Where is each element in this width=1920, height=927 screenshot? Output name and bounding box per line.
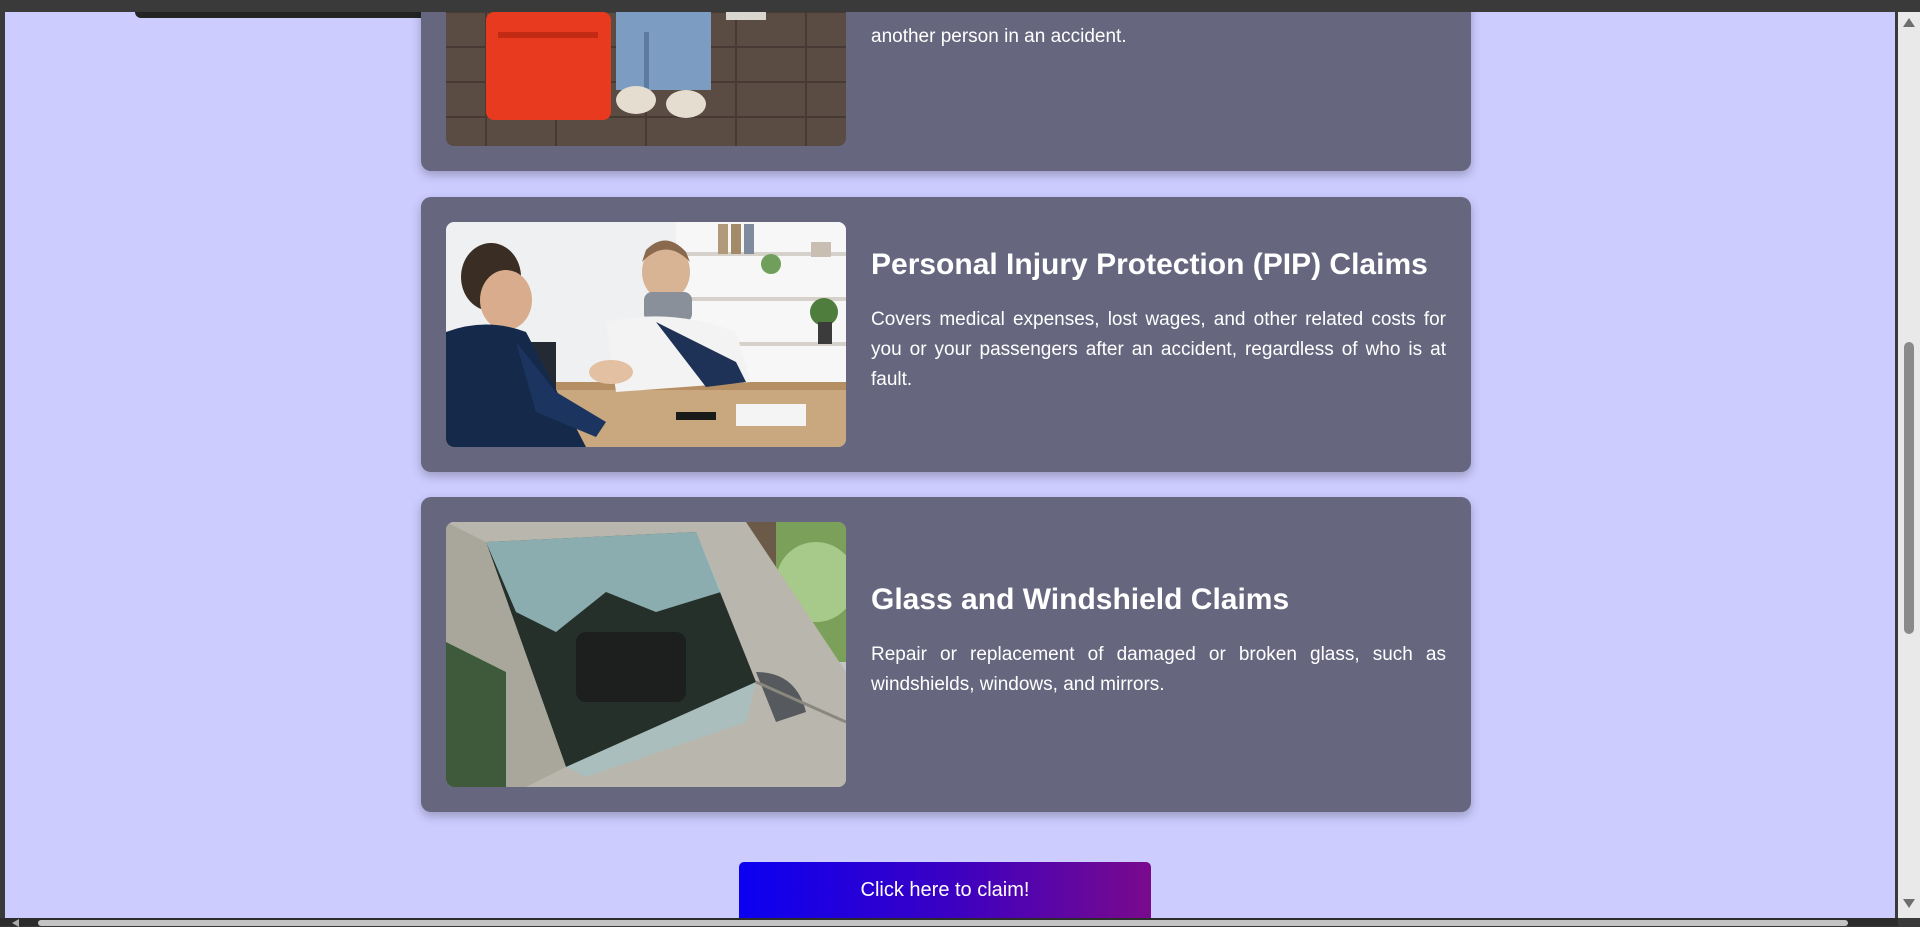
claim-card-pip: Personal Injury Protection (PIP) Claims … bbox=[421, 197, 1471, 472]
vertical-scrollbar[interactable] bbox=[1898, 12, 1920, 918]
horizontal-scrollbar[interactable] bbox=[0, 918, 1898, 927]
card-description: Repair or replacement of damaged or brok… bbox=[871, 644, 1446, 695]
first-aid-kit-image bbox=[446, 12, 846, 146]
claim-card-third-party: another person in an accident. bbox=[421, 12, 1471, 171]
page-viewport: another person in an accident. Personal … bbox=[5, 12, 1895, 918]
scroll-down-arrow-icon[interactable] bbox=[1903, 899, 1915, 908]
card-description: another person in an accident. bbox=[871, 26, 1127, 47]
injured-man-meeting-image bbox=[446, 222, 846, 447]
broken-car-window-image bbox=[446, 522, 846, 787]
card-title: Personal Injury Protection (PIP) Claims bbox=[871, 248, 1428, 281]
card-title: Glass and Windshield Claims bbox=[871, 583, 1290, 616]
vertical-scroll-thumb[interactable] bbox=[1904, 342, 1914, 634]
card-description: Covers medical expenses, lost wages, and… bbox=[871, 309, 1446, 390]
claim-card-glass: Glass and Windshield Claims Repair or re… bbox=[421, 497, 1471, 812]
card-text: Personal Injury Protection (PIP) Claims … bbox=[871, 247, 1446, 395]
card-text: Glass and Windshield Claims Repair or re… bbox=[871, 582, 1446, 700]
card-text: another person in an accident. bbox=[871, 22, 1446, 52]
horizontal-scroll-thumb[interactable] bbox=[38, 920, 1848, 926]
claim-button[interactable]: Click here to claim! bbox=[739, 862, 1151, 918]
scroll-up-arrow-icon[interactable] bbox=[1903, 18, 1915, 27]
